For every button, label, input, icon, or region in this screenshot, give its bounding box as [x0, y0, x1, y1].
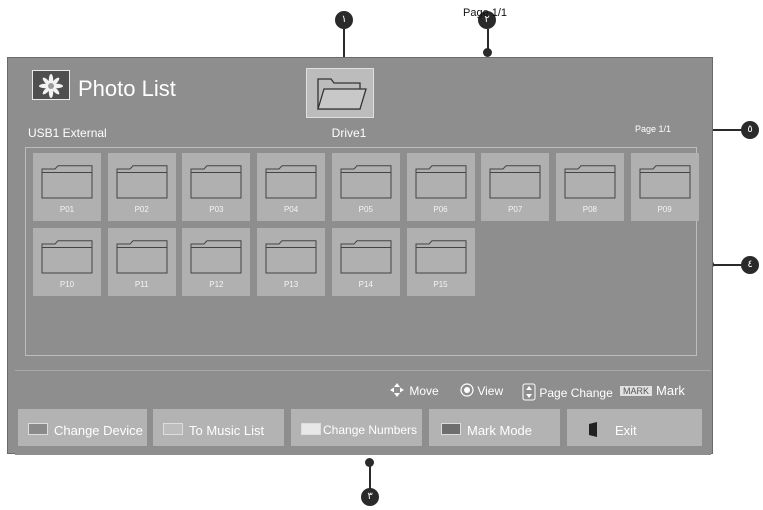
folder-tile[interactable]: P13 [257, 228, 326, 296]
folder-label: P03 [209, 205, 224, 214]
folder-tile[interactable]: P06 [406, 153, 475, 221]
folder-icon [415, 165, 467, 199]
callout-3: ٣ [361, 488, 379, 506]
folder-icon [265, 165, 317, 199]
callout-5: ٥ [741, 121, 759, 139]
to-music-list-button[interactable]: To Music List [153, 409, 284, 446]
folder-label: P06 [433, 205, 448, 214]
folder-icon [265, 240, 317, 274]
folder-tile[interactable]: P15 [406, 228, 475, 296]
view-hint: View [460, 383, 503, 398]
folder-icon [564, 165, 616, 199]
folder-icon [190, 165, 242, 199]
drive-folder-icon[interactable] [306, 68, 374, 118]
exit-door-icon [588, 422, 598, 442]
move-hint-label: Move [409, 384, 439, 398]
change-numbers-label: Change Numbers [323, 423, 418, 437]
folder-label: P09 [657, 205, 672, 214]
change-device-label: Change Device [54, 423, 143, 438]
mark-mode-label: Mark Mode [467, 423, 533, 438]
folder-icon [190, 240, 242, 274]
callout-4-line [710, 264, 742, 266]
device-label: USB1 External [28, 126, 107, 140]
callout-3-dot [365, 458, 374, 467]
page-indicator-top: Page 1/1 [463, 7, 508, 19]
photo-list-logo-icon [32, 70, 70, 100]
folder-tile[interactable]: P02 [107, 153, 176, 221]
folder-tile[interactable]: P04 [257, 153, 326, 221]
change-device-button[interactable]: Change Device [18, 409, 147, 446]
folder-icon [116, 240, 168, 274]
folder-label: P15 [433, 280, 448, 289]
folder-icon [41, 165, 93, 199]
green-key-icon [163, 423, 183, 435]
folder-tile[interactable]: P14 [331, 228, 400, 296]
page-indicator-right: Page 1/1 [635, 124, 672, 134]
folder-tile[interactable]: P07 [481, 153, 550, 221]
folder-tile[interactable]: P11 [107, 228, 176, 296]
to-music-list-label: To Music List [189, 423, 265, 438]
folder-tile[interactable]: P03 [182, 153, 251, 221]
page-up-down-icon [522, 383, 539, 401]
change-numbers-button[interactable]: Change Numbers [291, 409, 422, 446]
view-hint-label: View [477, 384, 504, 398]
yellow-key-icon [301, 423, 321, 435]
folder-icon [340, 240, 392, 274]
blue-key-icon [441, 423, 461, 435]
folder-icon [116, 165, 168, 199]
ok-button-icon [460, 383, 477, 398]
folder-tile[interactable]: P05 [331, 153, 400, 221]
folder-tile[interactable]: P12 [182, 228, 251, 296]
photo-list-screen: Photo List USB1 External Drive1 Page 1/1… [7, 57, 713, 455]
folder-icon [340, 165, 392, 199]
exit-button[interactable]: Exit [567, 409, 702, 446]
folder-label: P13 [283, 280, 299, 289]
mark-key-badge: MARK [620, 386, 653, 396]
folder-tile[interactable]: P08 [555, 153, 624, 221]
folder-label: P05 [358, 205, 373, 214]
folder-icon [415, 240, 467, 274]
page-change-hint-label: Page Change [539, 386, 613, 400]
red-key-icon [28, 423, 48, 435]
mark-hint: MARK Mark [620, 383, 685, 398]
move-arrows-icon [388, 383, 409, 398]
folder-icon [489, 165, 541, 199]
callout-2-dot [483, 48, 492, 57]
page-title: Photo List [78, 76, 176, 101]
folder-label: P04 [283, 205, 299, 214]
exit-label: Exit [615, 423, 637, 438]
drive-label: Drive1 [331, 126, 367, 140]
folder-label: P01 [59, 205, 75, 214]
folder-label: P10 [59, 280, 75, 289]
folder-icon [639, 165, 691, 199]
callout-4: ٤ [741, 256, 759, 274]
mark-hint-label: Mark [656, 383, 685, 398]
folder-label: P11 [134, 280, 149, 289]
folder-tile[interactable]: P01 [33, 153, 101, 221]
folder-label: P08 [582, 205, 597, 214]
callout-1: ١ [335, 11, 353, 29]
folder-label: P07 [508, 205, 523, 214]
mark-mode-button[interactable]: Mark Mode [429, 409, 560, 446]
folder-label: P02 [134, 205, 149, 214]
folder-icon [41, 240, 93, 274]
folder-label: P12 [209, 280, 224, 289]
page-change-hint: Page Change [522, 383, 613, 401]
folder-tile[interactable]: P09 [630, 153, 699, 221]
folder-tile[interactable]: P10 [33, 228, 101, 296]
move-hint: Move [388, 383, 439, 398]
folder-label: P14 [358, 280, 373, 289]
